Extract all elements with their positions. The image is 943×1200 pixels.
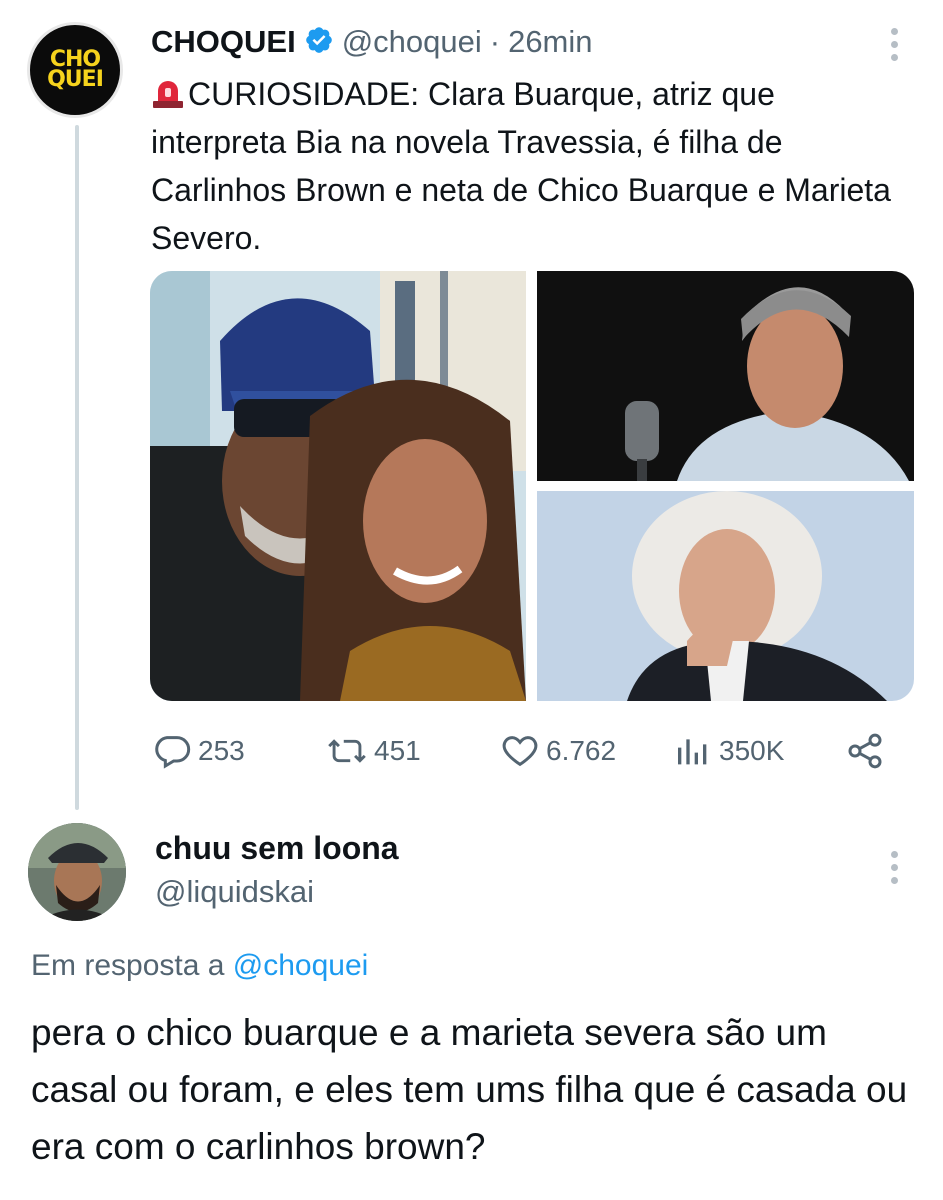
reply-text: pera o chico buarque e a marieta severa …: [31, 1012, 908, 1167]
tweet-header: CHOQUEI @choquei · 26min: [151, 20, 593, 64]
heart-icon: [502, 736, 538, 767]
like-count: 6.762: [546, 735, 617, 766]
in-reply-to: Em resposta a @choquei: [31, 949, 368, 983]
retweet-button[interactable]: 451: [326, 728, 421, 774]
photo-selfie-pair[interactable]: [150, 271, 526, 701]
in-reply-to-mention[interactable]: @choquei: [233, 949, 369, 982]
meta-separator: ·: [489, 24, 501, 59]
reply-icon: [155, 736, 191, 769]
rotating-light-icon: [151, 74, 185, 108]
author-name[interactable]: CHOQUEI: [151, 24, 296, 60]
views-button[interactable]: 350K: [673, 728, 784, 774]
retweet-count: 451: [374, 735, 421, 766]
views-count: 350K: [719, 735, 785, 766]
more-options-icon[interactable]: [891, 28, 901, 67]
photo-woman-portrait[interactable]: [537, 491, 914, 701]
verified-badge-icon: [304, 25, 334, 60]
tweet-time[interactable]: 26min: [508, 24, 592, 60]
choquei-avatar[interactable]: CHO QUEI: [27, 22, 123, 118]
share-icon: [848, 733, 882, 769]
author-handle[interactable]: @choquei: [342, 24, 482, 60]
avatar-logo-line2: QUEI: [47, 67, 104, 92]
reply-button[interactable]: 253: [152, 728, 245, 774]
in-reply-to-prefix: Em resposta a: [31, 949, 225, 982]
photo-man-microphone[interactable]: [537, 271, 914, 481]
reply-count: 253: [198, 735, 245, 766]
reply-author-name[interactable]: chuu sem loona: [155, 830, 399, 867]
user-avatar[interactable]: [28, 823, 126, 921]
views-chart-icon: [678, 739, 707, 765]
thread-connector-line: [75, 125, 79, 810]
retweet-icon: [328, 739, 366, 763]
reply-author-handle[interactable]: @liquidskai: [155, 874, 314, 910]
share-button[interactable]: [845, 728, 891, 774]
tweet-text-content: CURIOSIDADE: Clara Buarque, atriz que in…: [151, 76, 891, 256]
tweet-text: CURIOSIDADE: Clara Buarque, atriz que in…: [151, 70, 911, 262]
like-button[interactable]: 6.762: [500, 728, 616, 774]
reply-more-options-icon[interactable]: [891, 851, 901, 890]
